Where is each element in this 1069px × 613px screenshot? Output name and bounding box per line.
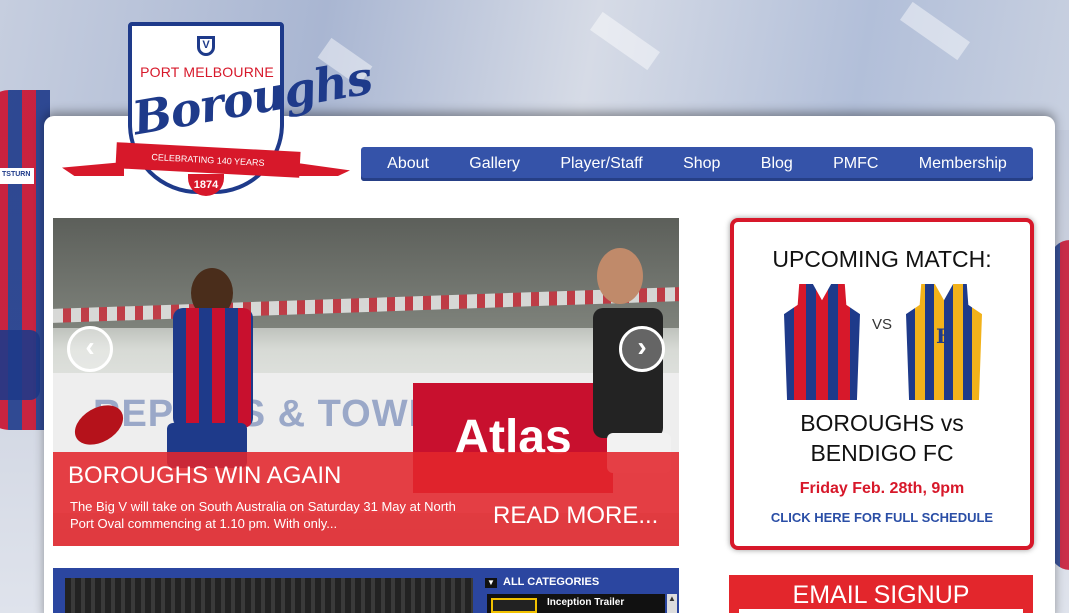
- match-teams: BOROUGHS vs BENDIGO FC: [734, 408, 1030, 468]
- main-nav: About Gallery Player/Staff Shop Blog PMF…: [361, 147, 1033, 181]
- background-sponsor-patch: TSTURN: [0, 168, 34, 184]
- nav-item-membership[interactable]: Membership: [915, 149, 1011, 179]
- home-guernsey-icon: [784, 284, 860, 400]
- player-jersey: [173, 308, 253, 428]
- nav-item-pmfc[interactable]: PMFC: [829, 149, 882, 179]
- upcoming-match-panel: UPCOMING MATCH: VS B BOROUGHS vs BENDIGO…: [730, 218, 1034, 550]
- nav-item-gallery[interactable]: Gallery: [465, 149, 524, 179]
- match-vs-label: VS: [871, 316, 892, 333]
- email-signup-panel: EMAIL SIGNUP: [729, 575, 1033, 613]
- video-item-thumbnail: [491, 598, 537, 613]
- chevron-down-icon: ▼: [485, 578, 497, 588]
- match-date: Friday Feb. 28th, 9pm: [799, 480, 965, 497]
- match-teams-line1: BOROUGHS vs: [800, 410, 964, 436]
- slider-prev-button[interactable]: ‹: [67, 326, 113, 372]
- club-logo[interactable]: V PORT MELBOURNE Boroughs CELEBRATING 14…: [62, 20, 376, 200]
- background-player-left-shorts: [0, 330, 40, 400]
- all-categories-dropdown[interactable]: ▼ ALL CATEGORIES: [485, 576, 599, 588]
- slide-excerpt: The Big V will take on South Australia o…: [70, 499, 456, 531]
- slide-caption: BOROUGHS WIN AGAIN The Big V will take o…: [53, 452, 679, 546]
- vfl-v-icon: V: [197, 36, 215, 56]
- opponent-jersey: [593, 308, 663, 438]
- nav-item-player-staff[interactable]: Player/Staff: [556, 149, 646, 179]
- match-teams-line2: BENDIGO FC: [810, 440, 954, 466]
- away-guernsey-logo: B: [936, 324, 953, 348]
- video-player[interactable]: [65, 578, 473, 613]
- email-signup-title: EMAIL SIGNUP: [792, 581, 970, 609]
- video-item-title: Inception Trailer: [547, 597, 625, 608]
- nav-item-shop[interactable]: Shop: [679, 149, 724, 179]
- video-list-item[interactable]: Inception Trailer: [487, 594, 665, 613]
- chevron-left-icon: ‹: [85, 331, 95, 362]
- all-categories-label: ALL CATEGORIES: [503, 576, 600, 588]
- nav-item-blog[interactable]: Blog: [757, 149, 797, 179]
- video-panel: ▼ ALL CATEGORIES Inception Trailer ▲: [53, 568, 679, 613]
- video-list-scrollbar[interactable]: ▲: [667, 594, 677, 613]
- chevron-right-icon: ›: [637, 331, 647, 362]
- read-more-link[interactable]: READ MORE...: [493, 502, 658, 530]
- full-schedule-link[interactable]: CLICK HERE FOR FULL SCHEDULE: [734, 510, 1030, 525]
- upcoming-match-heading: UPCOMING MATCH:: [772, 246, 992, 272]
- hero-slider: REPAIRS & TOWING Atlas ‹ › BOROUGHS WIN …: [53, 218, 679, 546]
- email-signup-input[interactable]: [739, 609, 1023, 613]
- opponent-head: [597, 248, 643, 304]
- slide-title[interactable]: BOROUGHS WIN AGAIN: [68, 462, 341, 490]
- slider-next-button[interactable]: ›: [619, 326, 665, 372]
- nav-item-about[interactable]: About: [383, 149, 433, 179]
